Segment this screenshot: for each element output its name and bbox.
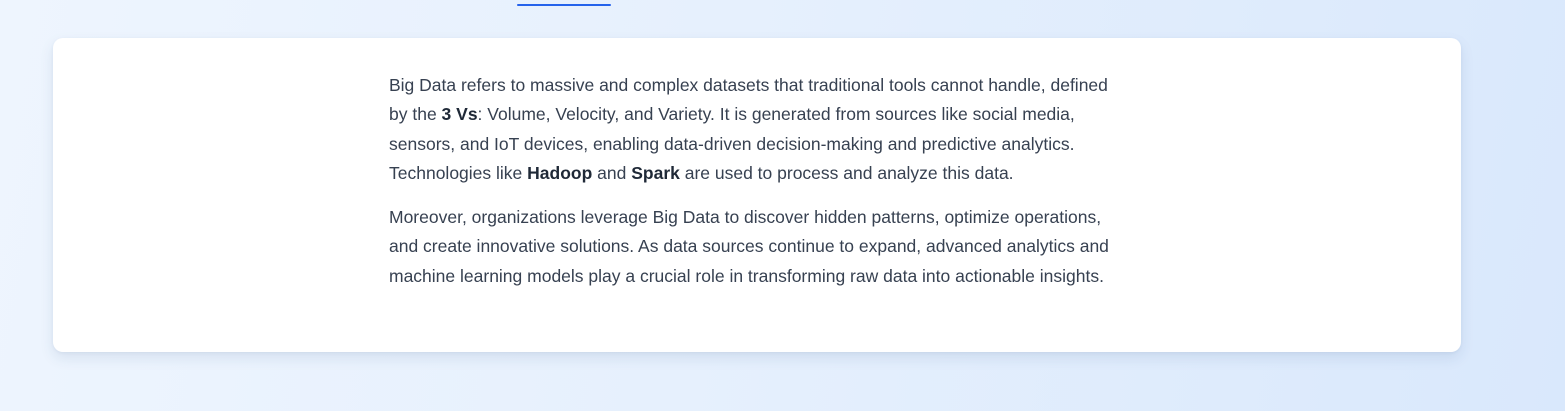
paragraph-big-data-usage: Moreover, organizations leverage Big Dat… (389, 207, 1109, 286)
card-body: Big Data refers to massive and complex d… (389, 71, 1129, 291)
highlight-3vs: 3 Vs (441, 104, 478, 125)
paragraph-text: and (592, 162, 632, 183)
paragraph-big-data-definition: Big Data refers to massive and complex d… (389, 71, 1129, 188)
paragraph-text: are used to process and analyze this dat… (679, 162, 1014, 183)
active-tab-indicator (517, 4, 611, 6)
highlight-spark: Spark (631, 162, 680, 183)
content-card: Big Data refers to massive and complex d… (53, 38, 1461, 352)
highlight-hadoop: Hadoop (527, 162, 593, 183)
